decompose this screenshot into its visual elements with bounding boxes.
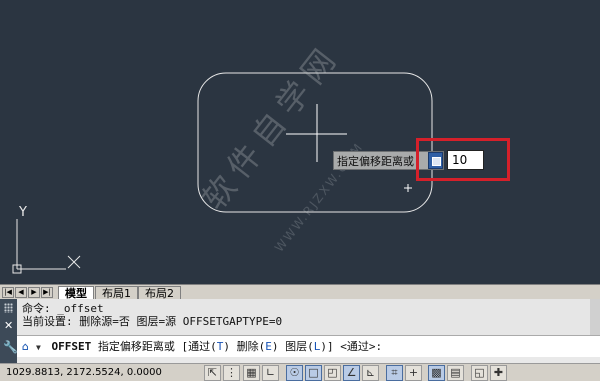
tab-model[interactable]: 模型 — [58, 286, 94, 300]
transparency-icon[interactable]: ▩ — [428, 365, 445, 381]
highlight-box — [416, 138, 510, 181]
tab-first-icon[interactable]: |◀ — [2, 287, 14, 298]
drawing-svg: Y — [12, 72, 433, 274]
3d-osnap-icon[interactable]: ◰ — [324, 365, 341, 381]
lineweight-icon[interactable]: + — [405, 365, 422, 381]
option-layer[interactable]: 图层(L) — [285, 340, 327, 353]
tab-last-icon[interactable]: ▶| — [41, 287, 53, 298]
ucs-y-label: Y — [18, 205, 27, 220]
close-icon[interactable]: ✕ — [4, 319, 13, 332]
annotation-monitor-icon[interactable]: ✚ — [490, 365, 507, 381]
drawing-canvas[interactable]: Y 软件自学网 WWW.RJZXW.COM 指定偏移距离或 10 — [0, 0, 600, 284]
option-erase[interactable]: 删除(E) — [237, 340, 279, 353]
polar-tracking-icon[interactable]: ☉ — [286, 365, 303, 381]
command-window-grip[interactable]: ✕ 🔧 — [0, 299, 18, 363]
tab-next-icon[interactable]: ▶ — [28, 287, 40, 298]
quick-properties-icon[interactable]: ▤ — [447, 365, 464, 381]
command-icon[interactable]: ⌂ — [22, 336, 36, 357]
ucs-icon — [12, 219, 81, 274]
history-line: 当前设置: 删除源=否 图层=源 OFFSETGAPTYPE=0 — [22, 315, 283, 328]
command-prompt: 指定偏移距离或 — [97, 340, 175, 353]
coordinate-readout: 1029.8813, 2172.5524, 0.0000 — [6, 367, 162, 378]
command-window: ✕ 🔧 命令: _offset 当前设置: 删除源=否 图层=源 OFFSETG… — [0, 299, 600, 363]
tab-layout1[interactable]: 布局1 — [95, 286, 138, 300]
osnap-tracking-icon[interactable]: ∠ — [343, 365, 360, 381]
chevron-down-icon[interactable]: ▼ — [36, 337, 41, 358]
infer-constraints-icon[interactable]: ⇱ — [204, 365, 221, 381]
option-bracket-close: ] — [326, 340, 334, 353]
command-line[interactable]: ⌂ ▼ OFFSET 指定偏移距离或 [通过(T) 删除(E) 图层(L)] <通… — [17, 335, 600, 357]
command-default: <通过>: — [340, 340, 383, 353]
object-snap-icon[interactable]: □ — [305, 365, 322, 381]
snap-mode-icon[interactable]: ⋮ — [223, 365, 240, 381]
grid-display-icon[interactable]: ▦ — [243, 365, 260, 381]
selection-cycling-icon[interactable]: ◱ — [471, 365, 488, 381]
ortho-mode-icon[interactable]: ∟ — [262, 365, 279, 381]
option-through[interactable]: 通过(T) — [188, 340, 230, 353]
history-scrollbar[interactable] — [590, 299, 600, 335]
wrench-icon[interactable]: 🔧 — [3, 340, 18, 354]
tab-layout2[interactable]: 布局2 — [138, 286, 181, 300]
dynamic-input-icon[interactable]: ⌗ — [386, 365, 403, 381]
history-line: 命令: _offset — [22, 302, 104, 315]
command-history: 命令: _offset 当前设置: 删除源=否 图层=源 OFFSETGAPTY… — [17, 299, 600, 335]
command-name: OFFSET — [51, 340, 92, 353]
dynamic-ucs-icon[interactable]: ⊾ — [362, 365, 379, 381]
tab-prev-icon[interactable]: ◀ — [15, 287, 27, 298]
layout-tab-bar: |◀ ◀ ▶ ▶| 模型 布局1 布局2 — [0, 284, 600, 300]
status-bar: 1029.8813, 2172.5524, 0.0000 ⇱ ⋮ ▦ ∟ ☉ □… — [0, 363, 600, 381]
